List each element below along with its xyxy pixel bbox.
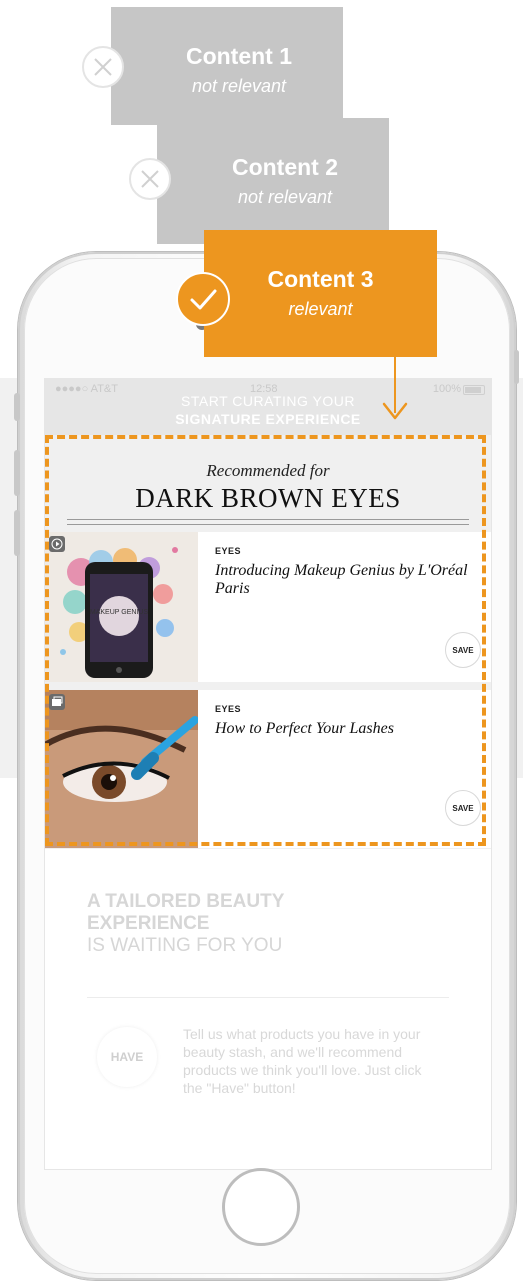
- banner-line-2: SIGNATURE EXPERIENCE: [175, 411, 361, 427]
- content-card-1: Content 1 not relevant: [111, 7, 343, 125]
- article-thumbnail: [45, 690, 198, 848]
- content-card-title: Content 2: [231, 154, 339, 180]
- gallery-badge-icon: [49, 694, 65, 710]
- phone-screen: START CURATING YOUR SIGNATURE EXPERIENCE…: [44, 378, 492, 1170]
- recommendation-lead: Recommended for: [206, 461, 330, 480]
- battery-icon: [463, 385, 485, 395]
- save-button[interactable]: SAVE: [445, 790, 481, 826]
- tailored-line-3: IS WAITING FOR YOU: [87, 935, 283, 956]
- article-title[interactable]: Introducing Makeup Genius by L'Oréal Par…: [215, 562, 475, 598]
- home-button[interactable]: [222, 1168, 300, 1246]
- tailored-line-2: EXPERIENCE: [87, 913, 210, 934]
- check-icon: [176, 272, 230, 326]
- recommendation-header: Recommended for DARK BROWN EYES: [45, 461, 491, 514]
- content-card-status: not relevant: [191, 76, 287, 96]
- recommendation-section: Recommended for DARK BROWN EYES MAKEUP G…: [45, 435, 491, 849]
- article-card[interactable]: MAKEUP GENIUS EYES Introducing Makeup Ge…: [45, 532, 491, 682]
- article-category: EYES: [215, 546, 242, 556]
- content-card-title: Content 1: [185, 43, 293, 69]
- arrow-down-icon: [382, 402, 408, 420]
- tailored-heading: A TAILORED BEAUTY EXPERIENCE IS WAITING …: [87, 891, 284, 957]
- carrier-label: ●●●●○ AT&T: [55, 383, 118, 395]
- app-logo-text: MAKEUP GENIUS: [90, 609, 149, 616]
- volume-down-button: [14, 510, 20, 556]
- content-card-3: Content 3 relevant: [204, 230, 437, 357]
- x-icon: [129, 158, 171, 200]
- power-button: [514, 350, 519, 384]
- tailored-line-1: A TAILORED BEAUTY: [87, 891, 285, 912]
- have-button[interactable]: HAVE: [97, 1027, 157, 1087]
- clock-label: 12:58: [250, 383, 278, 395]
- content-card-status: relevant: [288, 299, 353, 319]
- eye-lashes-image: [45, 690, 198, 848]
- article-category: EYES: [215, 704, 242, 714]
- content-card-2: Content 2 not relevant: [157, 118, 389, 244]
- video-badge-icon: [49, 536, 65, 552]
- content-card-status: not relevant: [237, 187, 333, 207]
- mute-switch: [14, 393, 20, 421]
- makeup-genius-phone-image: MAKEUP GENIUS: [45, 532, 198, 682]
- article-card[interactable]: EYES How to Perfect Your Lashes SAVE: [45, 690, 491, 848]
- recommendation-headline: DARK BROWN EYES: [135, 483, 401, 513]
- volume-up-button: [14, 450, 20, 496]
- have-description: Tell us what products you have in your b…: [183, 1026, 422, 1096]
- save-button[interactable]: SAVE: [445, 632, 481, 668]
- status-bar: ●●●●○ AT&T 12:58 100%: [45, 379, 491, 399]
- section-divider: [87, 997, 449, 998]
- header-divider: [67, 519, 469, 525]
- battery-label: 100%: [432, 383, 461, 395]
- content-card-title: Content 3: [267, 266, 374, 292]
- x-icon: [82, 46, 124, 88]
- article-title[interactable]: How to Perfect Your Lashes: [215, 720, 475, 738]
- article-thumbnail: MAKEUP GENIUS: [45, 532, 198, 682]
